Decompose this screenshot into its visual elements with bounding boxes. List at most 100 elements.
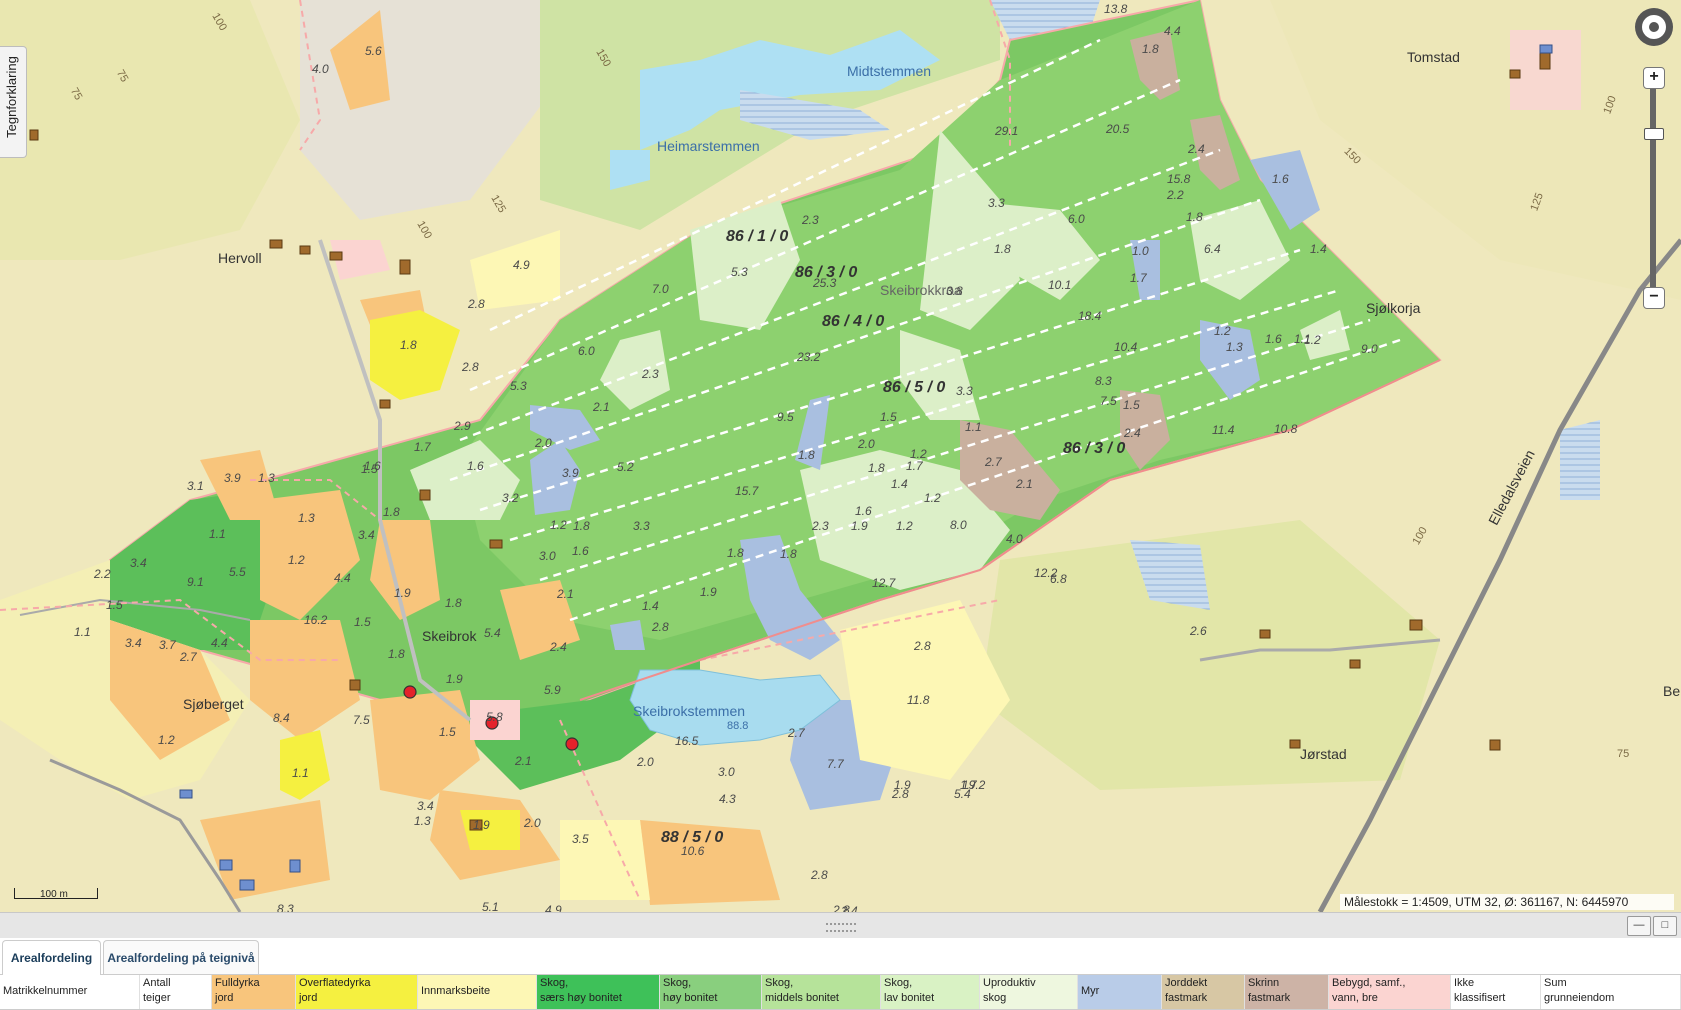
compass-icon[interactable] (1635, 8, 1673, 46)
area-value-label: 2.0 (637, 755, 654, 769)
area-value-label: 2.7 (788, 726, 805, 740)
panel-splitter[interactable]: — □ (0, 912, 1681, 940)
area-value-label: 5.8 (486, 710, 503, 724)
area-value-label: 1.8 (573, 519, 590, 533)
area-value-label: 8.3 (277, 902, 294, 912)
area-value-label: 1.9 (700, 585, 717, 599)
column-header-line2: fastmark (1165, 992, 1208, 1004)
area-value-label: 3.2 (502, 491, 519, 505)
area-value-label: 10.4 (1114, 340, 1138, 354)
scale-coordinates: Målestokk = 1:4509, UTM 32, Ø: 361167, N… (1340, 894, 1674, 910)
area-value-label: 5.9 (544, 683, 561, 697)
legend-toggle-tab[interactable]: Tegnforklaring (0, 46, 27, 158)
place-label: Sjølkorja (1366, 300, 1421, 316)
column-header-line1: Skog, (540, 977, 569, 989)
zoom-slider-track[interactable] (1650, 72, 1656, 300)
splitter-grip[interactable] (826, 923, 856, 932)
area-value-label: 2.4 (1124, 426, 1141, 440)
column-header-line1: Skog, (765, 977, 794, 989)
column-header-line1: Skog, (884, 977, 913, 989)
tab-arealfordeling[interactable]: Arealfordeling (2, 940, 101, 975)
area-value-label: 1.2 (550, 518, 567, 532)
column-header[interactable]: Innmarksbeite (418, 975, 537, 1009)
area-value-label: 9.0 (1361, 342, 1378, 356)
place-label: Hervoll (218, 250, 262, 266)
area-value-label: 3.7 (159, 638, 176, 652)
area-value-label: 5.3 (731, 265, 748, 279)
area-value-label: 1.5 (106, 598, 123, 612)
area-value-label: 2.4 (550, 640, 567, 654)
area-value-label: 1.8 (994, 242, 1011, 256)
area-value-label: 11.8 (907, 693, 930, 707)
column-header-line2: lav bonitet (884, 992, 935, 1004)
area-value-label: 5.2 (617, 460, 634, 474)
area-value-label: 5.5 (229, 565, 246, 579)
column-header[interactable]: Ikke klassifisert (1451, 975, 1541, 1009)
column-header-line1: Skog, (663, 977, 692, 989)
column-header[interactable]: Bebygd, samf., vann, bre (1329, 975, 1451, 1009)
column-header-line1: Sum (1544, 977, 1567, 989)
area-value-label: 5.3 (510, 379, 527, 393)
area-value-label: 1.6 (855, 504, 872, 518)
area-value-label: 1.7 (960, 778, 977, 792)
area-value-label: 3.1 (187, 479, 204, 493)
column-header[interactable]: Skog, middels bonitet (762, 975, 881, 1009)
area-value-label: 3.4 (417, 799, 434, 813)
column-header[interactable]: Skog, høy bonitet (660, 975, 762, 1009)
column-header[interactable]: Matrikkelnummer (0, 975, 140, 1009)
area-value-label: 1.8 (798, 448, 815, 462)
area-value-label: 4.3 (719, 792, 736, 806)
area-value-label: 3.3 (956, 384, 973, 398)
compass-ring (1642, 15, 1666, 39)
zoom-out-button[interactable]: − (1643, 287, 1665, 309)
area-value-label: 1.9 (446, 672, 463, 686)
area-value-label: 3.9 (224, 471, 241, 485)
area-value-label: 1.8 (388, 647, 405, 661)
column-header[interactable]: Overflatedyrka jord (296, 975, 418, 1009)
parcel-label: 86 / 4 / 0 (822, 313, 885, 330)
column-header-line2: middels bonitet (765, 992, 839, 1004)
area-value-label: 5.6 (365, 44, 382, 58)
column-header-line1: Bebygd, samf., (1332, 977, 1406, 989)
area-value-label: 2.2 (94, 567, 111, 581)
area-value-label: 1.2 (896, 519, 913, 533)
scale-bar-label: 100 m (40, 889, 68, 900)
column-header[interactable]: Uproduktiv skog (980, 975, 1078, 1009)
tab-arealfordeling-teignivaa[interactable]: Arealfordeling på teignivå (103, 940, 259, 974)
area-value-label: 1.4 (891, 477, 908, 491)
maximize-panel-button[interactable]: □ (1653, 916, 1677, 936)
area-value-label: 3.3 (633, 519, 650, 533)
area-value-label: 1.8 (868, 461, 885, 475)
area-value-label: 1.6 (1272, 172, 1289, 186)
column-header[interactable]: Myr (1078, 975, 1162, 1009)
area-value-label: 6.0 (1068, 212, 1085, 226)
area-value-label: 1.8 (400, 338, 417, 352)
map-canvas[interactable]: Hervoll Tomstad Midtstemmen Heimarstemme… (0, 0, 1681, 912)
area-value-label: 7.0 (652, 282, 669, 296)
area-value-label: 8.0 (950, 518, 967, 532)
zoom-in-button[interactable]: + (1643, 67, 1665, 89)
place-label: Be (1663, 683, 1681, 699)
column-header[interactable]: Jorddekt fastmark (1162, 975, 1245, 1009)
column-header[interactable]: Sum grunneiendom (1541, 975, 1681, 1009)
column-header[interactable]: Skog, lav bonitet (881, 975, 980, 1009)
area-value-label: 1.1 (965, 420, 982, 434)
tab-bar: Arealfordeling Arealfordeling på teigniv… (0, 938, 1681, 975)
area-value-label: 3.5 (572, 832, 589, 846)
marker-3 (565, 737, 579, 751)
table-header: Matrikkelnummer Antall teiger Fulldyrka jord… (0, 975, 1681, 1010)
area-value-label: 23.2 (797, 350, 821, 364)
area-value-label: 1.5 (439, 725, 456, 739)
area-value-label: 11.4 (1212, 423, 1235, 437)
area-value-label: 2.8 (811, 868, 828, 882)
area-value-label: 1.3 (258, 471, 275, 485)
area-value-label: 9.1 (187, 575, 204, 589)
column-header[interactable]: Skog, særs høy bonitet (537, 975, 660, 1009)
zoom-slider-handle[interactable] (1644, 128, 1664, 140)
minimize-panel-button[interactable]: — (1627, 916, 1651, 936)
column-header[interactable]: Skrinn fastmark (1245, 975, 1329, 1009)
lake-depth: 88.8 (727, 720, 749, 732)
column-header[interactable]: Fulldyrka jord (212, 975, 296, 1009)
column-header[interactable]: Antall teiger (140, 975, 212, 1009)
area-value-label: 2.2 (1167, 188, 1184, 202)
